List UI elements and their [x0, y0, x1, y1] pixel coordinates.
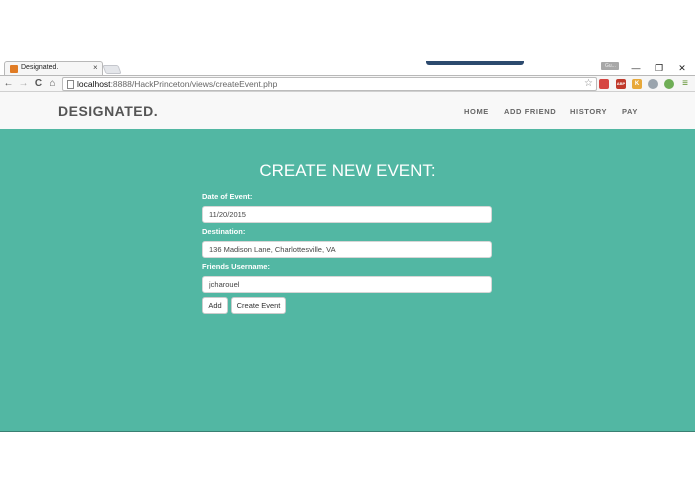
close-window-icon[interactable]: ✕ — [675, 62, 689, 74]
home-icon[interactable]: ⌂ — [47, 77, 58, 90]
adblock-icon[interactable]: ABP — [616, 79, 626, 89]
profile-button[interactable]: Gu... — [601, 62, 619, 70]
browser-toolbar: ← → C ⌂ localhost:8888/HackPrinceton/vie… — [0, 75, 695, 92]
destination-input[interactable] — [202, 241, 492, 258]
profile-label: Gu... — [605, 63, 616, 69]
location-icon[interactable] — [664, 79, 674, 89]
kayak-icon[interactable]: K — [632, 79, 642, 89]
nav-history[interactable]: HISTORY — [570, 107, 607, 116]
main-section: CREATE NEW EVENT: Date of Event: Destina… — [0, 129, 695, 432]
color-wheel-icon[interactable] — [599, 79, 609, 89]
forward-icon[interactable]: → — [18, 77, 29, 90]
page-icon — [67, 80, 74, 89]
tab-title: Designated. — [21, 64, 59, 71]
minimize-icon[interactable]: — — [629, 62, 643, 74]
nav-home[interactable]: HOME — [464, 107, 489, 116]
url-host: localhost — [77, 79, 111, 89]
address-bar[interactable]: localhost:8888/HackPrinceton/views/creat… — [62, 77, 597, 91]
url-path: :8888/HackPrinceton/views/createEvent.ph… — [110, 79, 278, 89]
add-button[interactable]: Add — [202, 297, 228, 314]
brand-logo[interactable]: DESIGNATED. — [58, 103, 158, 119]
site-header: DESIGNATED. HOME ADD FRIEND HISTORY PAY — [0, 92, 695, 129]
reload-icon[interactable]: C — [33, 77, 44, 90]
destination-label: Destination: — [202, 227, 246, 236]
restore-icon[interactable]: ❐ — [652, 62, 666, 74]
create-event-button[interactable]: Create Event — [231, 297, 286, 314]
close-tab-icon[interactable]: × — [93, 63, 98, 73]
url-text: localhost:8888/HackPrinceton/views/creat… — [77, 79, 277, 89]
friends-username-input[interactable] — [202, 276, 492, 293]
pocket-icon[interactable] — [648, 79, 658, 89]
browser-tab[interactable]: Designated. × — [4, 61, 103, 76]
menu-icon[interactable]: ≡ — [680, 79, 690, 89]
date-label: Date of Event: — [202, 192, 253, 201]
favicon-icon — [10, 65, 18, 73]
nav-pay[interactable]: PAY — [622, 107, 638, 116]
page-title: CREATE NEW EVENT: — [259, 161, 436, 180]
new-tab-button[interactable] — [102, 65, 122, 74]
date-input[interactable] — [202, 206, 492, 223]
bookmark-star-icon[interactable]: ☆ — [584, 78, 593, 89]
friends-label: Friends Username: — [202, 262, 270, 271]
back-icon[interactable]: ← — [3, 77, 14, 90]
window-drag-indicator — [426, 61, 524, 65]
nav-add-friend[interactable]: ADD FRIEND — [504, 107, 556, 116]
